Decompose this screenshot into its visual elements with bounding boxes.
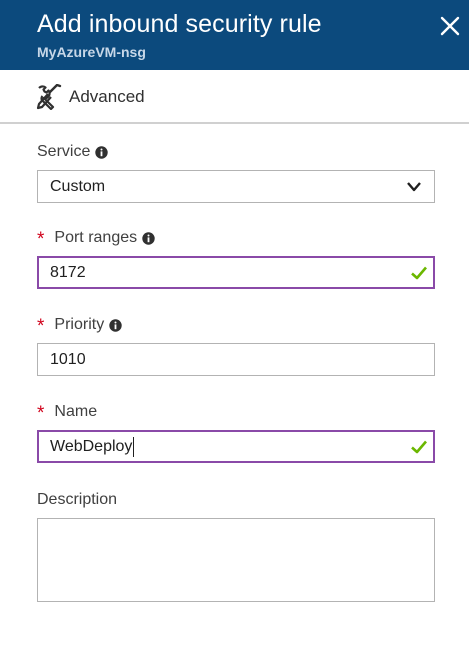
blade-header: Add inbound security rule MyAzureVM-nsg <box>0 0 469 70</box>
name-input[interactable]: WebDeploy <box>37 430 435 463</box>
advanced-button[interactable]: Advanced <box>36 84 145 110</box>
name-label-text: Name <box>54 403 98 420</box>
service-label: Service <box>37 143 109 161</box>
close-icon <box>440 16 460 36</box>
priority-value: 1010 <box>50 350 86 368</box>
priority-input[interactable]: 1010 <box>37 343 435 376</box>
priority-label: * Priority <box>37 316 122 337</box>
description-label-text: Description <box>37 491 118 508</box>
check-icon <box>411 440 427 454</box>
chevron-down-icon <box>407 182 421 192</box>
info-icon[interactable] <box>95 145 109 159</box>
tools-icon <box>36 84 62 110</box>
description-textarea[interactable] <box>37 518 435 602</box>
required-marker: * <box>37 229 45 250</box>
port-ranges-label-text: Port ranges <box>54 229 138 246</box>
priority-label-text: Priority <box>54 316 105 333</box>
name-value: WebDeploy <box>50 437 133 455</box>
name-label: * Name <box>37 403 98 424</box>
info-icon[interactable] <box>109 318 122 332</box>
blade-subtitle: MyAzureVM-nsg <box>37 44 146 60</box>
command-bar: Advanced <box>0 70 469 124</box>
service-dropdown[interactable]: Custom <box>37 170 435 203</box>
port-ranges-value: 8172 <box>50 263 86 281</box>
description-label: Description <box>37 491 117 509</box>
check-icon <box>411 266 427 280</box>
text-caret <box>133 436 135 457</box>
required-marker: * <box>37 403 45 424</box>
advanced-label: Advanced <box>69 87 145 106</box>
info-icon[interactable] <box>142 231 155 245</box>
port-ranges-label: * Port ranges <box>37 229 155 250</box>
required-marker: * <box>37 316 45 337</box>
service-label-text: Service <box>37 143 91 160</box>
blade-title: Add inbound security rule <box>37 10 322 38</box>
service-selected-value: Custom <box>50 177 106 195</box>
port-ranges-input[interactable]: 8172 <box>37 256 435 289</box>
close-button[interactable] <box>436 12 464 40</box>
